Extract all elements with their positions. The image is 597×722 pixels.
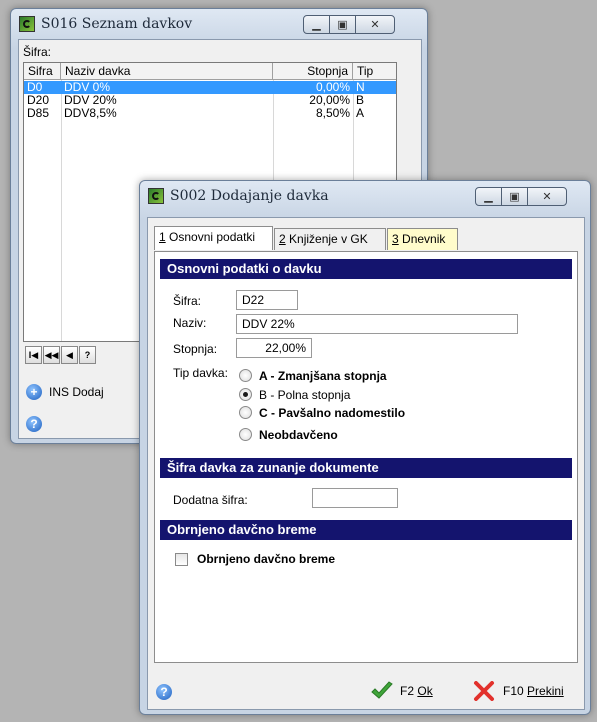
section-header-obrnjeno: Obrnjeno davčno breme bbox=[160, 520, 572, 540]
add-button[interactable]: INS Dodaj bbox=[49, 385, 104, 399]
tab-osnovni-podatki[interactable]: 1 Osnovni podatki bbox=[154, 226, 273, 250]
app-icon bbox=[19, 16, 35, 32]
minimize-button[interactable]: ▁ bbox=[475, 187, 502, 206]
radio-tip-b[interactable] bbox=[239, 388, 252, 401]
nav-prev-button[interactable]: ◀ bbox=[61, 346, 78, 364]
radio-tip-c[interactable] bbox=[239, 406, 252, 419]
close-button[interactable]: ✕ bbox=[355, 15, 395, 34]
help-icon[interactable]: ? bbox=[26, 416, 42, 432]
ok-text: Ok bbox=[417, 684, 433, 698]
tab-hotkey: 2 bbox=[279, 232, 286, 246]
tab-label: Dnevnik bbox=[402, 232, 446, 246]
obrnjeno-checkbox-label[interactable]: Obrnjeno davčno breme bbox=[197, 552, 335, 566]
maximize-button[interactable]: ▣ bbox=[329, 15, 356, 34]
radio-neobdaveno-label[interactable]: Neobdavčeno bbox=[259, 428, 338, 442]
ok-button[interactable]: F2 Ok bbox=[370, 680, 450, 702]
tab-label: Osnovni podatki bbox=[169, 230, 256, 244]
naziv-label: Naziv: bbox=[173, 316, 207, 330]
grid-header: Sifra Naziv davka Stopnja Tip bbox=[24, 63, 396, 80]
cancel-text: Prekini bbox=[527, 684, 564, 698]
section-header-osnovni: Osnovni podatki o davku bbox=[160, 259, 572, 279]
minimize-icon: ▁ bbox=[484, 191, 493, 203]
dialog-titlebar[interactable]: S002 Dodajanje davka ▁ ▣ ✕ bbox=[140, 181, 590, 211]
tab-hotkey: 3 bbox=[392, 232, 399, 246]
radio-tip-b-label[interactable]: B - Polna stopnja bbox=[259, 388, 350, 402]
dialog-client: 1 Osnovni podatki 2 Knjiženje v GK 3 Dne… bbox=[147, 217, 585, 710]
sifra-input[interactable]: D22 bbox=[236, 290, 298, 310]
dodatna-sifra-label: Dodatna šifra: bbox=[173, 493, 248, 507]
radio-tip-c-label[interactable]: C - Pavšalno nadomestilo bbox=[259, 406, 405, 420]
cell-stopnja: 8,50% bbox=[315, 106, 350, 120]
column-header-tip[interactable]: Tip bbox=[353, 63, 396, 79]
list-window-controls: ▁ ▣ ✕ bbox=[303, 15, 395, 34]
nav-search-button[interactable]: ? bbox=[79, 346, 96, 364]
cancel-button-label: F10 Prekini bbox=[503, 684, 564, 698]
column-header-sifra[interactable]: Sifra bbox=[24, 63, 61, 79]
cancel-hotkey: F10 bbox=[503, 684, 524, 698]
dialog-title: S002 Dodajanje davka bbox=[170, 188, 329, 204]
dialog-controls: ▁ ▣ ✕ bbox=[475, 187, 567, 206]
column-header-naziv[interactable]: Naziv davka bbox=[61, 63, 273, 79]
naziv-input[interactable]: DDV 22% bbox=[236, 314, 518, 334]
minimize-button[interactable]: ▁ bbox=[303, 15, 330, 34]
dodatna-sifra-input[interactable] bbox=[312, 488, 398, 508]
obrnjeno-checkbox[interactable] bbox=[175, 553, 188, 566]
tab-knjizenje-v-gk[interactable]: 2 Knjiženje v GK bbox=[274, 228, 386, 250]
sifra-filter-label: Šifra: bbox=[23, 45, 52, 59]
close-button[interactable]: ✕ bbox=[527, 187, 567, 206]
tab-dnevnik[interactable]: 3 Dnevnik bbox=[387, 228, 458, 250]
table-row[interactable]: D85 DDV8,5% 8,50% A bbox=[24, 107, 396, 120]
tab-hotkey: 1 bbox=[159, 230, 166, 244]
checkmark-icon bbox=[371, 681, 393, 699]
cell-tip: A bbox=[356, 106, 365, 120]
help-icon[interactable]: ? bbox=[156, 684, 172, 700]
add-tax-dialog: S002 Dodajanje davka ▁ ▣ ✕ 1 Osnovni pod… bbox=[139, 180, 591, 715]
ok-button-label: F2 Ok bbox=[400, 684, 433, 698]
stopnja-input[interactable]: 22,00% bbox=[236, 338, 312, 358]
minimize-icon: ▁ bbox=[312, 19, 321, 31]
maximize-icon: ▣ bbox=[337, 19, 348, 31]
app-icon bbox=[148, 188, 164, 204]
maximize-icon: ▣ bbox=[509, 191, 520, 203]
list-window-title: S016 Seznam davkov bbox=[41, 16, 193, 32]
ok-hotkey: F2 bbox=[400, 684, 415, 698]
cancel-x-icon bbox=[474, 681, 494, 701]
tab-panel: Osnovni podatki o davku Šifra: D22 Naziv… bbox=[154, 251, 578, 663]
tip-davka-label: Tip davka: bbox=[173, 366, 228, 380]
cancel-button[interactable]: F10 Prekini bbox=[473, 680, 573, 702]
cell-naziv: DDV8,5% bbox=[64, 106, 117, 120]
close-icon: ✕ bbox=[370, 19, 380, 31]
section-header-zunanje: Šifra davka za zunanje dokumente bbox=[160, 458, 572, 478]
sifra-label: Šifra: bbox=[173, 294, 202, 308]
add-icon[interactable]: + bbox=[26, 384, 42, 400]
cell-sifra: D85 bbox=[27, 106, 50, 120]
maximize-button[interactable]: ▣ bbox=[501, 187, 528, 206]
list-window-titlebar[interactable]: S016 Seznam davkov ▁ ▣ ✕ bbox=[11, 9, 427, 39]
radio-tip-a-label[interactable]: A - Zmanjšana stopnja bbox=[259, 369, 387, 383]
radio-tip-a[interactable] bbox=[239, 369, 252, 382]
tab-strip: 1 Osnovni podatki 2 Knjiženje v GK 3 Dne… bbox=[154, 226, 578, 252]
radio-neobdaveno[interactable] bbox=[239, 428, 252, 441]
nav-first-button[interactable]: I◀ bbox=[25, 346, 42, 364]
tab-label: Knjiženje v GK bbox=[289, 232, 368, 246]
close-icon: ✕ bbox=[542, 191, 552, 203]
column-header-stopnja[interactable]: Stopnja bbox=[273, 63, 353, 79]
stopnja-label: Stopnja: bbox=[173, 342, 218, 356]
nav-prev-page-button[interactable]: ◀◀ bbox=[43, 346, 60, 364]
